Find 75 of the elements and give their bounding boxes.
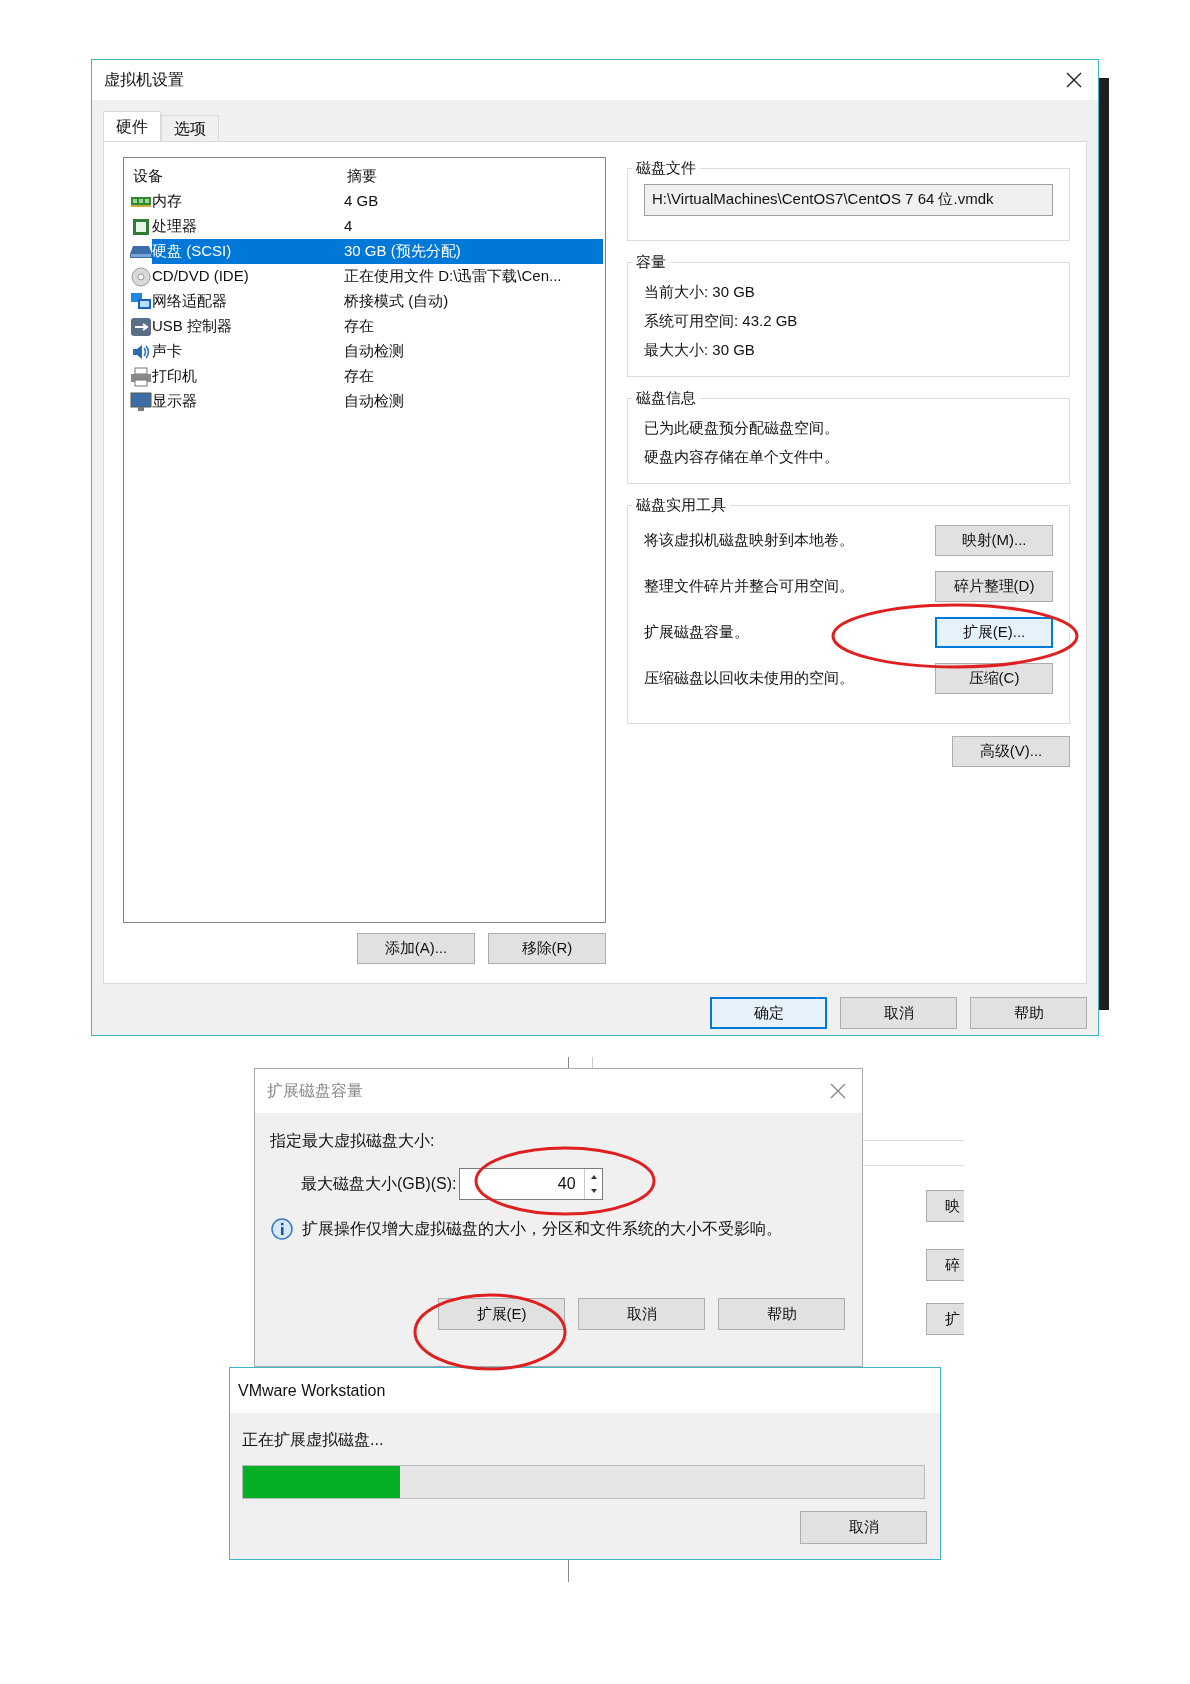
group-label: 磁盘信息 [634, 388, 697, 408]
printer-icon [130, 366, 152, 387]
size-spin-field[interactable]: 40 [458, 1168, 603, 1200]
column-header: 设备 [132, 165, 164, 186]
dialog-title: 扩展磁盘容量 [267, 1081, 363, 1101]
tab[interactable]: 选项 [161, 115, 219, 141]
device-summary: 4 [344, 216, 353, 237]
utility-description: 整理文件碎片并整合可用空间。 [643, 575, 854, 596]
device-summary: 正在使用文件 D:\迅雷下载\Cen... [344, 266, 562, 287]
prompt-text: 指定最大虚拟磁盘大小: [270, 1131, 436, 1151]
note-text: 扩展操作仅增大虚拟磁盘的大小，分区和文件系统的大小不受影响。 [302, 1219, 782, 1239]
group-label: 容量 [634, 252, 667, 272]
device-name: 内存 [152, 191, 183, 212]
dialog-button[interactable]: 确定 [710, 997, 827, 1029]
device-name: 显示器 [152, 391, 198, 412]
utility-description: 压缩磁盘以回收未使用的空间。 [643, 667, 854, 688]
device-summary: 存在 [344, 316, 374, 337]
device-name: CD/DVD (IDE) [152, 266, 250, 287]
device-row[interactable]: 内存 4 GB [152, 189, 603, 214]
utility-button[interactable]: 扩展(E)... [935, 616, 1053, 648]
monitor-icon [130, 391, 152, 412]
device-row[interactable]: 声卡 自动检测 [152, 339, 603, 364]
info-text: 硬盘内容存储在单个文件中。 [643, 446, 840, 467]
chip-icon [132, 217, 150, 236]
network-icon [130, 291, 152, 312]
file-path-field[interactable]: H:\VirtualMachines\CentOS7\CentOS 7 64 位.vmdk [643, 183, 1053, 216]
dialog-button[interactable]: 取消 [840, 997, 957, 1029]
add-button[interactable]: 添加(A)... [356, 933, 475, 964]
device-row[interactable]: 网络适配器 桥接模式 (自动) [152, 289, 603, 314]
tab[interactable]: 硬件 [103, 111, 161, 141]
device-name: 硬盘 (SCSI) [152, 241, 233, 262]
window-title: 虚拟机设置 [104, 70, 184, 90]
info-text: 已为此硬盘预分配磁盘空间。 [643, 417, 840, 438]
device-summary: 30 GB (预先分配) [344, 241, 461, 262]
device-name: 打印机 [152, 366, 198, 387]
dialog-button[interactable]: 帮助 [718, 1298, 845, 1330]
device-row[interactable]: 处理器 4 [152, 214, 603, 239]
utility-button[interactable]: 压缩(C) [935, 662, 1053, 694]
device-row[interactable]: CD/DVD (IDE) 正在使用文件 D:\迅雷下载\Cen... [152, 264, 603, 289]
column-header: 摘要 [346, 165, 377, 186]
utility-description: 将该虚拟机磁盘映射到本地卷。 [643, 529, 854, 550]
device-summary: 桥接模式 (自动) [344, 291, 449, 312]
device-summary: 自动检测 [344, 391, 404, 412]
capacity-text: 系统可用空间: 43.2 GB [643, 310, 799, 331]
device-row[interactable]: USB 控制器 存在 [152, 314, 603, 339]
memory-icon [131, 195, 151, 208]
device-summary: 存在 [344, 366, 374, 387]
device-name: USB 控制器 [152, 316, 233, 337]
device-name: 网络适配器 [152, 291, 228, 312]
capacity-text: 最大大小: 30 GB [643, 339, 756, 360]
device-summary: 自动检测 [344, 341, 404, 362]
progress-message: 正在扩展虚拟磁盘... [242, 1430, 385, 1450]
dialog-button[interactable]: 帮助 [970, 997, 1087, 1029]
capacity-text: 当前大小: 30 GB [643, 281, 756, 302]
cancel-button[interactable]: 取消 [800, 1511, 927, 1544]
utility-button[interactable]: 碎片整理(D) [935, 570, 1053, 602]
window-title: VMware Workstation [238, 1380, 386, 1401]
field-label: 最大磁盘大小(GB)(S): [301, 1174, 457, 1194]
device-summary: 4 GB [344, 191, 379, 212]
disc-icon [131, 266, 151, 287]
device-row[interactable]: 显示器 自动检测 [152, 389, 603, 414]
device-name: 处理器 [152, 216, 198, 237]
advanced-button[interactable]: 高级(V)... [952, 736, 1070, 767]
utility-button[interactable]: 映射(M)... [935, 524, 1053, 556]
device-row[interactable]: 打印机 存在 [152, 364, 603, 389]
device-row[interactable]: 硬盘 (SCSI) 30 GB (预先分配) [152, 239, 603, 264]
group-label: 磁盘文件 [634, 158, 697, 178]
close-icon[interactable] [1066, 72, 1082, 88]
info-icon [270, 1217, 294, 1241]
group-label: 磁盘实用工具 [634, 495, 727, 515]
dialog-button[interactable]: 取消 [578, 1298, 705, 1330]
remove-button[interactable]: 移除(R) [487, 933, 606, 964]
utility-description: 扩展磁盘容量。 [643, 621, 749, 642]
dialog-button[interactable]: 扩展(E) [438, 1298, 565, 1330]
device-name: 声卡 [152, 341, 183, 362]
